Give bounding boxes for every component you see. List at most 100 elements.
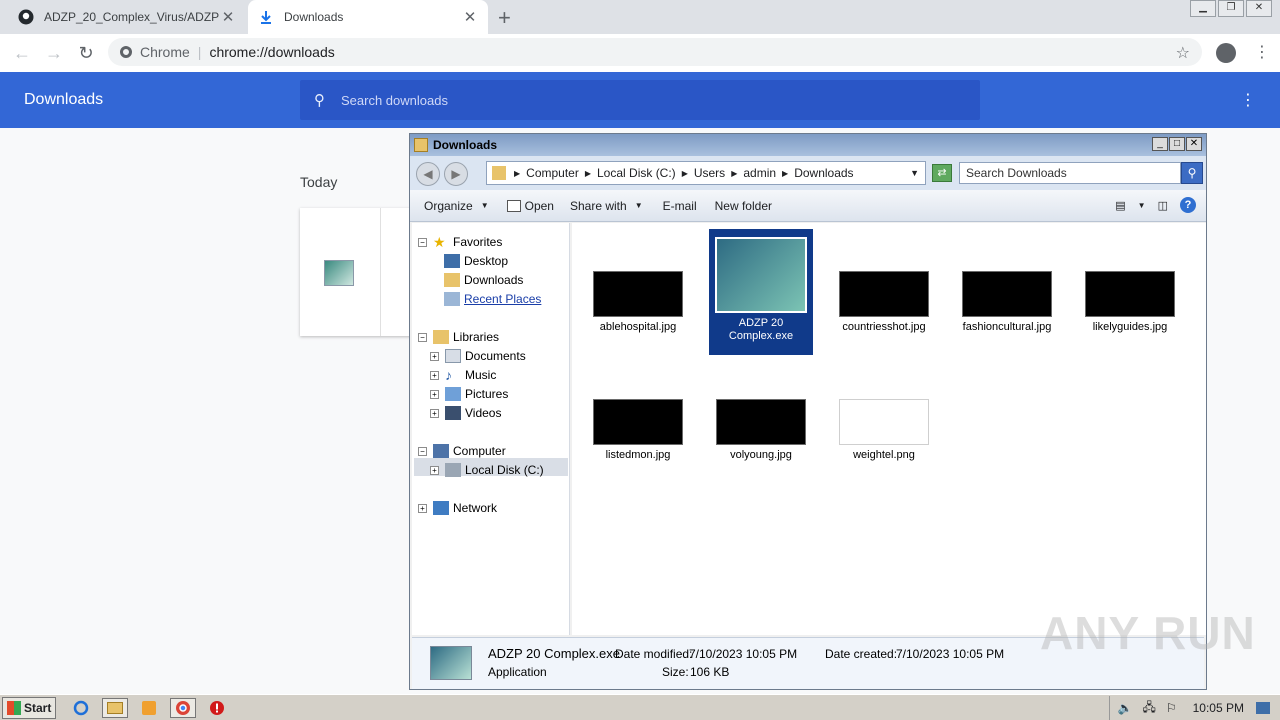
nav-local-disk[interactable]: + Local Disk (C:): [430, 463, 544, 477]
breadcrumb-admin[interactable]: admin: [743, 166, 776, 180]
github-icon: [18, 9, 34, 25]
back-button[interactable]: ←: [6, 43, 38, 64]
chevron-right-icon[interactable]: ▶: [585, 169, 591, 178]
nav-computer[interactable]: − Computer: [418, 444, 506, 458]
close-icon[interactable]: ✕: [220, 8, 236, 26]
expand-icon[interactable]: +: [418, 503, 427, 513]
preview-pane-icon[interactable]: ◫: [1158, 199, 1168, 212]
expand-icon[interactable]: +: [430, 370, 439, 380]
share-with-button[interactable]: Share with ▼: [570, 199, 643, 213]
chevron-right-icon[interactable]: ▶: [682, 169, 688, 178]
file-item[interactable]: volyoung.jpg: [709, 399, 813, 462]
expand-icon[interactable]: +: [430, 389, 439, 399]
action-center-flag-icon[interactable]: ⚐: [1166, 701, 1177, 715]
image-thumbnail: [593, 399, 683, 445]
chevron-right-icon[interactable]: ▶: [731, 169, 737, 178]
breadcrumb-local-disk[interactable]: Local Disk (C:): [597, 166, 676, 180]
omnibox-site: Chrome: [140, 44, 190, 60]
nav-label: Music: [465, 368, 497, 382]
breadcrumb[interactable]: ▶ Computer ▶ Local Disk (C:) ▶ Users ▶ a…: [486, 161, 926, 185]
breadcrumb-users[interactable]: Users: [694, 166, 725, 180]
network-tray-icon[interactable]: 🖧: [1142, 698, 1155, 719]
nav-recent-places[interactable]: Recent Places: [444, 292, 541, 306]
stop-icon[interactable]: [204, 698, 230, 718]
search-input[interactable]: Search Downloads: [959, 162, 1181, 184]
bookmark-star-icon[interactable]: ☆: [1176, 43, 1190, 63]
nav-videos[interactable]: + Videos: [430, 406, 501, 420]
help-icon[interactable]: ?: [1180, 197, 1196, 213]
new-tab-button[interactable]: +: [498, 5, 511, 31]
collapse-icon[interactable]: −: [418, 446, 427, 456]
clock[interactable]: 10:05 PM: [1193, 701, 1244, 715]
image-thumbnail: [1085, 271, 1175, 317]
start-button[interactable]: Start: [2, 696, 56, 719]
chrome-taskbar-icon[interactable]: [170, 697, 196, 718]
chrome-menu-icon[interactable]: ⋮: [1254, 42, 1270, 62]
email-button[interactable]: E-mail: [663, 199, 697, 213]
tab-downloads[interactable]: Downloads ✕: [248, 0, 488, 34]
file-item[interactable]: fashioncultural.jpg: [955, 271, 1059, 334]
organize-label: Organize: [424, 198, 473, 213]
back-button[interactable]: ◀: [416, 162, 440, 186]
minimize-button[interactable]: _: [1152, 137, 1168, 151]
view-icon[interactable]: ▤: [1115, 199, 1125, 212]
restore-button[interactable]: ❐: [1218, 0, 1244, 17]
open-button[interactable]: Open: [506, 199, 554, 213]
chevron-right-icon[interactable]: ▶: [782, 169, 788, 178]
collapse-icon[interactable]: −: [418, 332, 427, 342]
refresh-icon[interactable]: ⇄: [932, 164, 952, 182]
search-icon[interactable]: ⚲: [1181, 162, 1203, 184]
breadcrumb-downloads[interactable]: Downloads: [794, 166, 853, 180]
file-item[interactable]: listedmon.jpg: [586, 399, 690, 462]
forward-button[interactable]: ▶: [444, 162, 468, 186]
file-item[interactable]: countriesshot.jpg: [832, 271, 936, 334]
close-window-button[interactable]: ✕: [1246, 0, 1272, 17]
details-modified-label: Date modified:: [615, 647, 693, 661]
recent-places-icon: [444, 292, 460, 306]
organize-button[interactable]: Organize ▼: [424, 199, 489, 213]
chevron-down-icon[interactable]: ▼: [1138, 201, 1146, 210]
tab-github[interactable]: ADZP_20_Complex_Virus/ADZP 20 C ✕: [8, 0, 246, 34]
media-player-icon[interactable]: [136, 698, 162, 718]
nav-network[interactable]: + Network: [418, 501, 497, 515]
file-name: countriesshot.jpg: [842, 321, 926, 333]
file-item[interactable]: weightel.png: [832, 399, 936, 462]
application-icon: [715, 237, 807, 313]
downloads-search-input[interactable]: ⚲ Search downloads: [300, 80, 980, 120]
chevron-right-icon: ▶: [514, 168, 521, 178]
expand-icon[interactable]: +: [430, 351, 439, 361]
nav-downloads[interactable]: Downloads: [444, 273, 523, 287]
show-desktop-icon[interactable]: [1256, 702, 1270, 714]
nav-documents[interactable]: + Documents: [430, 349, 526, 363]
close-icon[interactable]: ✕: [462, 8, 478, 26]
breadcrumb-computer[interactable]: Computer: [526, 166, 579, 180]
collapse-icon[interactable]: −: [418, 237, 427, 247]
nav-favorites[interactable]: − ★ Favorites: [418, 235, 502, 249]
maximize-button[interactable]: □: [1169, 137, 1185, 151]
nav-pictures[interactable]: + Pictures: [430, 387, 508, 401]
reload-button[interactable]: ↻: [70, 43, 102, 64]
nav-music[interactable]: + ♪ Music: [430, 368, 496, 382]
nav-desktop[interactable]: Desktop: [444, 254, 508, 268]
profile-avatar-icon[interactable]: [1216, 43, 1236, 63]
expand-icon[interactable]: +: [430, 465, 439, 475]
nav-label: Local Disk (C:): [465, 463, 544, 477]
omnibox[interactable]: Chrome | chrome://downloads ☆: [108, 38, 1202, 66]
explorer-taskbar-icon[interactable]: [102, 697, 128, 718]
file-item[interactable]: ablehospital.jpg: [586, 271, 690, 334]
minimize-button[interactable]: ▁: [1190, 0, 1216, 17]
file-item[interactable]: ADZP 20 Complex.exe: [709, 229, 813, 355]
nav-libraries[interactable]: − Libraries: [418, 330, 499, 344]
expand-icon[interactable]: +: [430, 408, 439, 418]
new-folder-button[interactable]: New folder: [715, 199, 772, 213]
forward-button[interactable]: →: [38, 43, 70, 64]
omnibox-url[interactable]: chrome://downloads: [209, 44, 334, 60]
nav-label: Documents: [465, 349, 526, 363]
volume-icon[interactable]: 🔈: [1118, 701, 1133, 715]
file-item[interactable]: likelyguides.jpg: [1078, 271, 1182, 334]
window-title: Downloads: [433, 138, 498, 152]
close-button[interactable]: ✕: [1186, 137, 1202, 151]
internet-explorer-icon[interactable]: [68, 698, 94, 718]
chevron-down-icon[interactable]: ▼: [910, 168, 919, 178]
more-actions-icon[interactable]: ⋮: [1240, 90, 1256, 110]
